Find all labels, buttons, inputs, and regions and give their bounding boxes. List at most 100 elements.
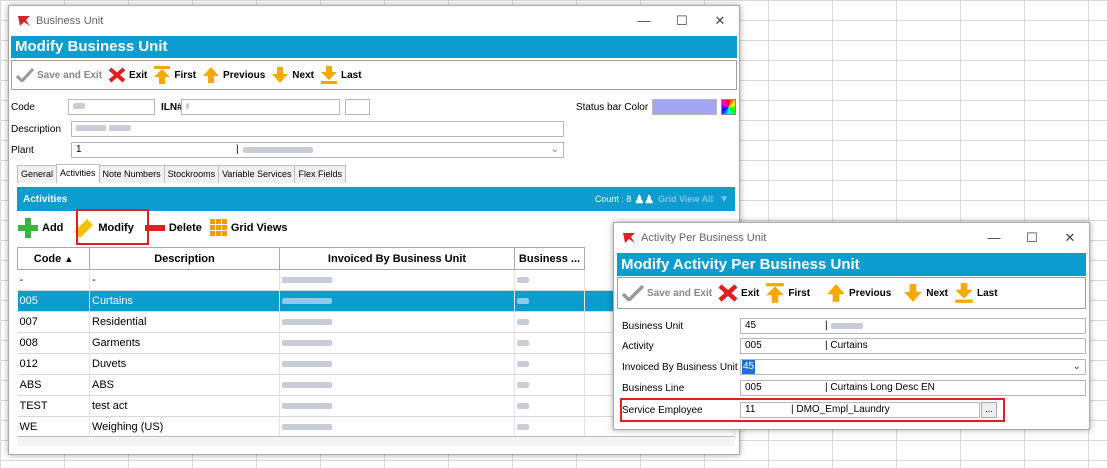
description-row: Description (11, 120, 564, 138)
minimize-icon[interactable]: — (975, 230, 1013, 246)
first-button[interactable]: First (153, 65, 196, 85)
row-invoiced (279, 269, 515, 291)
row-invoiced (279, 290, 515, 312)
last-button[interactable]: Last (320, 65, 362, 85)
add-button[interactable]: Add (17, 217, 63, 239)
tab-note-numbers[interactable]: Note Numbers (98, 165, 165, 183)
app-logo-icon (623, 233, 635, 243)
grid-views-button[interactable]: Grid Views (209, 219, 288, 237)
code-row: Code ILN# Status bar Color (11, 98, 736, 116)
column-header-description[interactable]: Description (89, 247, 280, 270)
plant-separator: | (236, 144, 239, 155)
delete-label: Delete (168, 222, 202, 234)
main-toolbar: Save and Exit Exit First Previous Next L… (11, 60, 737, 90)
maximize-icon[interactable]: ☐ (1013, 230, 1051, 246)
down-arrow-icon (272, 67, 289, 83)
row-invoiced (279, 332, 515, 354)
code-label: Code (11, 101, 35, 113)
column-header-business[interactable]: Business ... (514, 247, 585, 270)
next-button[interactable]: Next (903, 283, 948, 303)
activities-header: Activities Count : 8 ♟♟ Grid View All ▼ (17, 187, 735, 211)
column-header-invoiced[interactable]: Invoiced By Business Unit (279, 247, 515, 270)
row-business (514, 395, 585, 417)
row-invoiced (279, 395, 515, 417)
invoiced-label: Invoiced By Business Unit (622, 361, 738, 373)
exit-label: Exit (741, 287, 760, 299)
first-button[interactable]: First (765, 282, 810, 304)
tab-activities[interactable]: Activities (56, 164, 100, 183)
dialog-window-title: Activity Per Business Unit (641, 232, 767, 244)
activity-name: | Curtains (825, 340, 868, 351)
business-line-label: Business Line (622, 382, 685, 394)
code-field[interactable] (67, 99, 155, 115)
sort-asc-icon: ▲ (64, 253, 74, 264)
close-x-icon (108, 67, 126, 83)
row-code: 012 (17, 353, 90, 375)
up-arrow-icon (203, 67, 220, 83)
previous-button[interactable]: Previous (202, 66, 265, 84)
business-unit-field[interactable]: 45 | (740, 318, 1086, 334)
color-picker-icon[interactable] (720, 99, 736, 115)
exit-button[interactable]: Exit (108, 67, 147, 83)
business-unit-separator: | (825, 320, 828, 331)
row-description: Curtains (89, 290, 280, 312)
business-line-code: 005 (745, 382, 762, 393)
activity-field[interactable]: 005 | Curtains (740, 338, 1086, 354)
row-invoiced (279, 374, 515, 396)
code-header-label: Code (33, 252, 62, 265)
tab-variable-services[interactable]: Variable Services (218, 165, 296, 183)
chevron-down-icon[interactable]: ▼ (719, 194, 729, 205)
dialog-toolbar: Save and Exit Exit First Previous Next L… (617, 277, 1086, 309)
plant-label: Plant (11, 144, 34, 156)
plant-value: 1 (76, 144, 82, 155)
row-description: Residential (89, 311, 280, 333)
grid-view-all-button[interactable]: Grid View All (658, 194, 713, 204)
row-description: Garments (89, 332, 280, 354)
close-icon[interactable]: ✕ (701, 13, 739, 29)
grid-horizontal-scrollbar[interactable] (17, 436, 735, 446)
invoiced-value: 45 (742, 360, 756, 374)
iln-field[interactable] (180, 99, 341, 115)
invoiced-select[interactable]: 45 ⌄ (740, 359, 1086, 375)
row-code: 008 (17, 332, 90, 354)
last-label: Last (340, 69, 362, 81)
chevron-down-icon: ⌄ (550, 144, 559, 155)
description-field[interactable] (71, 121, 564, 137)
row-business (514, 290, 585, 312)
plant-select[interactable]: 1 | ⌄ (71, 142, 564, 158)
status-bar-color-label: Status bar Color (575, 101, 649, 113)
description-label: Description (11, 123, 62, 135)
delete-button[interactable]: Delete (144, 222, 202, 234)
tab-flex-fields[interactable]: Flex Fields (294, 165, 346, 183)
chevron-down-icon: ⌄ (1072, 361, 1081, 372)
row-invoiced (279, 416, 515, 438)
exit-button[interactable]: Exit (718, 284, 759, 302)
row-code: - (17, 269, 90, 291)
save-and-exit-button[interactable]: Save and Exit (622, 285, 712, 301)
minimize-icon[interactable]: — (625, 13, 663, 29)
save-label: Save and Exit (647, 287, 713, 299)
business-line-field[interactable]: 005 | Curtains Long Desc EN (740, 380, 1086, 396)
window-title: Business Unit (36, 15, 104, 27)
row-code: WE (17, 416, 90, 438)
add-label: Add (42, 222, 64, 234)
row-business (514, 332, 585, 354)
maximize-icon[interactable]: ☐ (663, 13, 701, 29)
plus-icon (18, 218, 38, 238)
tab-general[interactable]: General (17, 165, 58, 183)
row-code: 007 (17, 311, 90, 333)
previous-button[interactable]: Previous (826, 283, 891, 303)
column-header-code[interactable]: Code ▲ (17, 247, 90, 270)
last-label: Last (976, 287, 998, 299)
page-title: Modify Business Unit (11, 36, 737, 58)
status-bar-color-swatch[interactable] (652, 99, 717, 115)
tab-stockrooms[interactable]: Stockrooms (163, 165, 220, 183)
next-button[interactable]: Next (271, 66, 314, 84)
row-description: - (89, 269, 280, 291)
last-button[interactable]: Last (954, 282, 998, 304)
close-icon[interactable]: ✕ (1051, 230, 1089, 246)
row-description: test act (89, 395, 280, 417)
up-arrow-icon (827, 284, 845, 302)
iln-check-field[interactable] (345, 99, 370, 115)
save-and-exit-button[interactable]: Save and Exit (16, 68, 102, 82)
